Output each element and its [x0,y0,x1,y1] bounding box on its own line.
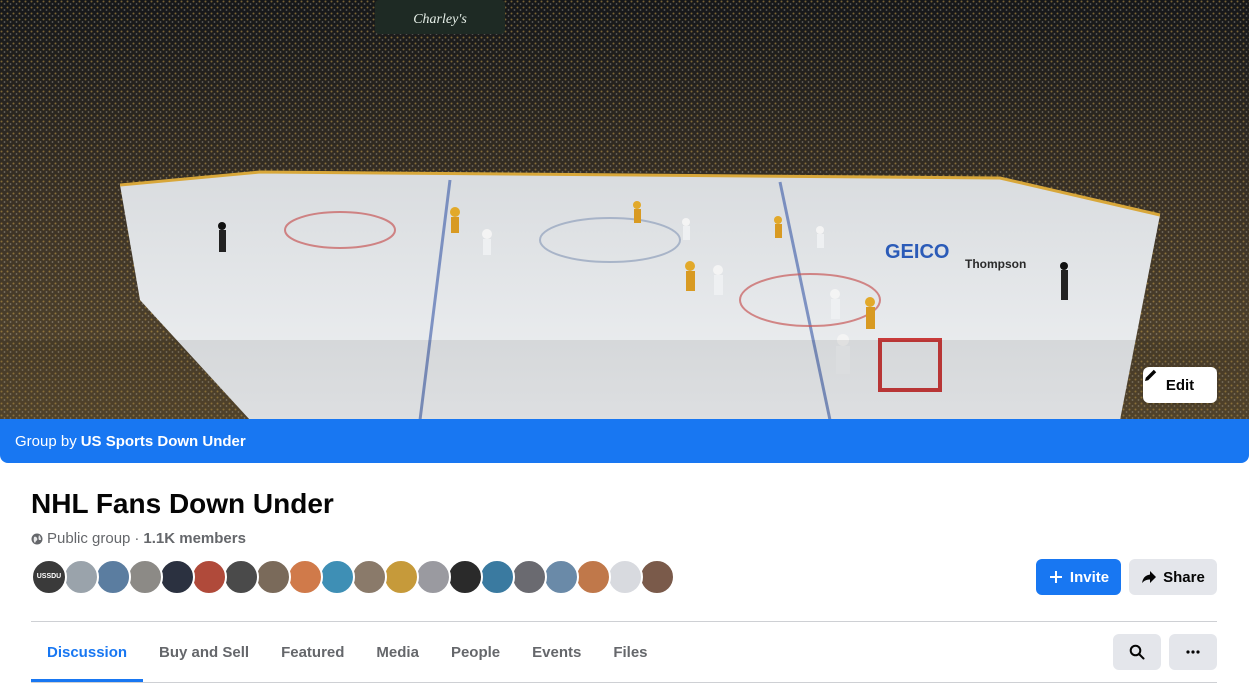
member-avatar[interactable] [383,559,419,595]
member-avatar[interactable] [191,559,227,595]
member-avatar[interactable] [415,559,451,595]
rink-ad-geico: GEICO [885,241,949,263]
member-avatar[interactable] [127,559,163,595]
member-avatars: USSDU [31,559,675,595]
group-by-prefix: Group by [15,432,77,450]
member-avatar[interactable] [607,559,643,595]
share-arrow-icon [1142,571,1157,583]
tab-people[interactable]: People [435,622,516,682]
member-avatar[interactable] [575,559,611,595]
invite-button[interactable]: Invite [1036,559,1121,595]
avatar-label: USSDU [36,573,62,580]
search-icon [1129,644,1145,660]
group-title: NHL Fans Down Under [31,488,334,519]
invite-button-label: Invite [1069,568,1110,586]
tab-discussion[interactable]: Discussion [31,622,144,682]
globe-icon [31,533,43,544]
member-avatar[interactable] [287,559,323,595]
edit-cover-button[interactable]: Edit [1143,367,1217,403]
member-avatar[interactable] [511,559,547,595]
member-avatar[interactable] [639,559,675,595]
member-avatar[interactable] [95,559,131,595]
pencil-icon [1145,369,1157,381]
tab-buy-and-sell[interactable]: Buy and Sell [143,622,265,682]
member-avatar[interactable]: USSDU [31,559,67,595]
edit-button-label: Edit [1165,376,1195,394]
group-tabs: Discussion Buy and Sell Featured Media Peopl… [31,622,664,682]
group-by-banner: Group by US Sports Down Under [0,419,1249,463]
tab-events[interactable]: Events [516,622,597,682]
member-avatar[interactable] [255,559,291,595]
group-privacy[interactable]: Public group [47,530,130,547]
member-avatar[interactable] [543,559,579,595]
more-options-button[interactable] [1169,634,1217,670]
group-meta: Public group · 1.1K members [31,530,246,547]
share-button-label: Share [1163,568,1205,586]
search-button[interactable] [1113,634,1161,670]
ellipsis-icon [1186,650,1200,654]
member-avatar[interactable] [319,559,355,595]
cover-photo: Charley's GEICO Thompson Edit [0,0,1249,420]
cover-image: Charley's GEICO Thompson [0,0,1249,420]
share-button[interactable]: Share [1129,559,1217,595]
tab-media[interactable]: Media [360,622,435,682]
tab-featured[interactable]: Featured [265,622,360,682]
member-avatar[interactable] [479,559,515,595]
member-avatar[interactable] [447,559,483,595]
member-avatar[interactable] [63,559,99,595]
scoreboard-text: Charley's [413,12,467,27]
meta-separator: · [134,530,140,547]
tab-files[interactable]: Files [597,622,663,682]
member-avatar[interactable] [159,559,195,595]
member-count[interactable]: 1.1K members [143,530,246,547]
group-owner-link[interactable]: US Sports Down Under [81,433,246,450]
rink-ad-thompson: Thompson [965,257,1026,271]
member-avatar[interactable] [351,559,387,595]
plus-icon [1049,571,1062,583]
member-avatar[interactable] [223,559,259,595]
